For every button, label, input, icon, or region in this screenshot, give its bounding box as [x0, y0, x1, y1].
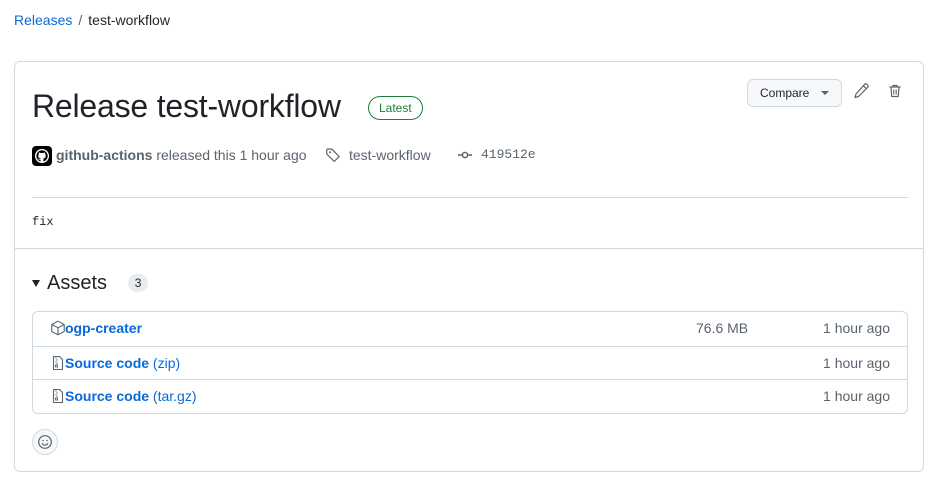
assets-toggle[interactable]: Assets 3 — [32, 270, 149, 296]
caret-down-icon — [821, 91, 829, 95]
asset-link[interactable]: ogp-creater — [65, 320, 142, 336]
trash-icon — [889, 84, 901, 98]
release-card: Release test-workflow Latest Compare git… — [14, 61, 924, 472]
edit-button[interactable] — [851, 81, 871, 101]
asset-time: 1 hour ago — [823, 354, 890, 371]
breadcrumb-current: test-workflow — [88, 12, 170, 28]
compare-button[interactable]: Compare — [747, 79, 842, 107]
delete-button[interactable] — [885, 81, 905, 101]
release-actor: github-actions released this 1 hour ago — [56, 145, 307, 165]
release-action-text: released this 1 hour ago — [156, 147, 307, 163]
page-title: Release test-workflow — [32, 88, 341, 124]
breadcrumb: Releases / test-workflow — [14, 11, 170, 29]
breadcrumb-separator: / — [78, 12, 83, 28]
release-notes: fix — [32, 215, 54, 229]
asset-row: ogp-creater 76.6 MB 1 hour ago — [33, 312, 907, 346]
divider — [15, 248, 923, 249]
smiley-icon — [38, 435, 52, 449]
git-commit-icon — [458, 151, 472, 159]
add-reaction-button[interactable] — [32, 429, 58, 455]
tag-link[interactable]: test-workflow — [325, 145, 431, 165]
latest-badge: Latest — [368, 96, 423, 120]
asset-link[interactable]: Source code (tar.gz) — [65, 388, 197, 404]
asset-time: 1 hour ago — [823, 320, 890, 336]
commit-link[interactable]: 419512e — [457, 145, 536, 165]
file-zip-icon — [52, 355, 64, 370]
triangle-down-icon — [32, 279, 40, 287]
asset-size: 76.6 MB — [696, 320, 749, 336]
assets-count-badge: 3 — [128, 274, 149, 292]
assets-list: ogp-creater 76.6 MB 1 hour ago Source co… — [32, 311, 908, 414]
actor-link[interactable]: github-actions — [56, 147, 152, 163]
asset-row: Source code (zip) 1 hour ago — [33, 345, 907, 380]
pencil-icon — [854, 83, 869, 99]
assets-heading: Assets — [47, 271, 108, 294]
file-zip-icon — [52, 388, 64, 404]
tag-icon — [326, 148, 340, 163]
package-icon — [51, 320, 65, 336]
compare-button-label: Compare — [760, 86, 810, 100]
tag-label: test-workflow — [349, 147, 431, 163]
asset-link[interactable]: Source code (zip) — [65, 355, 180, 371]
breadcrumb-releases-link[interactable]: Releases — [14, 12, 72, 28]
commit-sha: 419512e — [481, 147, 536, 162]
avatar[interactable] — [32, 146, 52, 166]
divider — [32, 197, 908, 198]
asset-row: Source code (tar.gz) 1 hour ago — [33, 379, 907, 413]
asset-time: 1 hour ago — [823, 388, 890, 404]
github-logo-icon — [35, 149, 49, 163]
